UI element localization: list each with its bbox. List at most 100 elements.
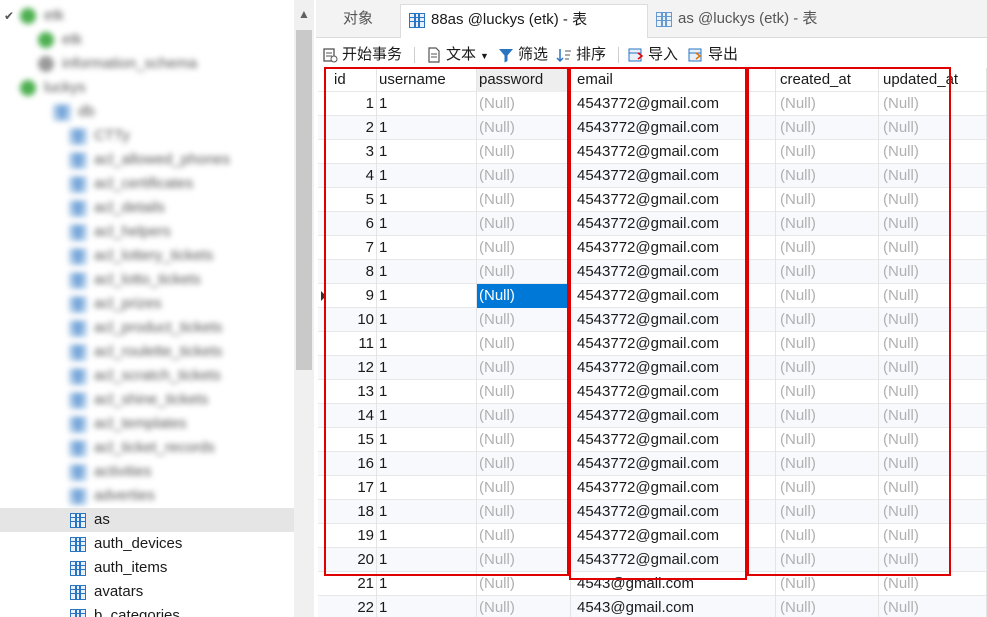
- tree-label: acl_product_tickets: [94, 319, 223, 336]
- tree-label: auth_items: [94, 559, 168, 577]
- table-icon: [70, 152, 86, 168]
- tree-row-table[interactable]: acl_ticket_records: [0, 436, 294, 460]
- database-icon: [38, 32, 54, 49]
- filter-button[interactable]: 筛选: [498, 44, 548, 66]
- scrollbar-thumb[interactable]: [296, 30, 312, 370]
- table-icon: [70, 368, 86, 384]
- button-label: 导入: [648, 46, 679, 63]
- tree-row-table[interactable]: acl_lottery_tickets: [0, 244, 294, 268]
- tree-label: avatars: [94, 583, 144, 601]
- cell-email[interactable]: 4543@gmail.com: [571, 596, 776, 617]
- button-label: 排序: [576, 46, 607, 63]
- cell-id[interactable]: 22: [327, 596, 377, 617]
- table-icon: [70, 176, 86, 192]
- table-icon: [70, 344, 86, 360]
- tree-row-table[interactable]: acl_lotto_tickets: [0, 268, 294, 292]
- tree-row-table[interactable]: acl_roulette_tickets: [0, 340, 294, 364]
- tree-label: acl_lottery_tickets: [94, 247, 214, 264]
- annotation-box-email: [569, 67, 747, 580]
- toolbar-divider: [414, 47, 415, 63]
- begin-transaction-button[interactable]: 开始事务: [322, 44, 402, 66]
- tree-row-table[interactable]: acl_certificates: [0, 172, 294, 196]
- tree-label: acl_scratch_tickets: [94, 367, 221, 384]
- database-icon: [38, 56, 54, 73]
- tree-row-table-auth-devices[interactable]: auth_devices: [0, 532, 294, 556]
- table-icon: [70, 200, 86, 216]
- table-icon: [70, 272, 86, 288]
- text-button[interactable]: 文本 ▼: [426, 44, 489, 66]
- table-icon: [70, 320, 86, 336]
- tree-label: b_categories: [94, 607, 180, 617]
- schema-icon: [54, 104, 70, 120]
- table-icon: [70, 608, 86, 617]
- table-row[interactable]: 22 1 (Null) 4543@gmail.com (Null) (Null): [318, 596, 987, 617]
- chevron-down-icon[interactable]: ✔: [4, 4, 14, 28]
- tree-row-table[interactable]: acl_templates: [0, 412, 294, 436]
- tab-as-table[interactable]: as @luckys (etk) - 表: [648, 4, 987, 38]
- tree-row-db[interactable]: information_schema: [0, 52, 294, 76]
- tree-row-table-avatars[interactable]: avatars: [0, 580, 294, 604]
- table-icon: [70, 392, 86, 408]
- cell-created-at[interactable]: (Null): [776, 596, 879, 617]
- object-tree[interactable]: ✔ etk etk information_schema luckys db C…: [0, 0, 294, 617]
- row-gutter[interactable]: [318, 596, 327, 617]
- button-label: 导出: [708, 46, 739, 63]
- cell-updated-at[interactable]: (Null): [879, 596, 987, 617]
- tree-row-table[interactable]: CTTy: [0, 124, 294, 148]
- tree-row-table[interactable]: acl_scratch_tickets: [0, 364, 294, 388]
- toolbar: 开始事务 文本 ▼ 筛选 排序 导入 导出: [316, 39, 987, 69]
- cell-username[interactable]: 1: [377, 596, 477, 617]
- tree-label: activities: [94, 463, 152, 480]
- tree-row-db[interactable]: etk: [0, 28, 294, 52]
- tree-row-table[interactable]: acl_details: [0, 196, 294, 220]
- button-label: 文本: [446, 46, 477, 63]
- tab-88as-table[interactable]: 88as @luckys (etk) - 表: [400, 4, 648, 38]
- sort-icon: [556, 47, 572, 63]
- tab-bar: 对象 88as @luckys (etk) - 表 as @luckys (et…: [316, 0, 987, 38]
- sidebar-scrollbar[interactable]: ▲: [294, 0, 314, 617]
- tree-label: acl_allowed_phones: [94, 151, 230, 168]
- tree-row-table[interactable]: acl_allowed_phones: [0, 148, 294, 172]
- document-icon: [426, 47, 442, 63]
- tree-label: acl_helpers: [94, 223, 171, 240]
- tree-label: acl_certificates: [94, 175, 194, 192]
- tree-label: db: [78, 103, 95, 120]
- tree-row-connection[interactable]: ✔ etk: [0, 4, 294, 28]
- table-icon: [656, 11, 672, 27]
- tab-label: 88as @luckys (etk) - 表: [431, 11, 588, 28]
- tree-label: auth_devices: [94, 535, 183, 553]
- tree-row-table[interactable]: acl_prizes: [0, 292, 294, 316]
- tree-label: etk: [44, 7, 65, 24]
- tree-label: acl_lotto_tickets: [94, 271, 201, 288]
- tab-objects[interactable]: 对象: [316, 4, 400, 38]
- tree-label: acl_ticket_records: [94, 439, 215, 456]
- tree-row-table-auth-items[interactable]: auth_items: [0, 556, 294, 580]
- table-icon: [70, 536, 86, 552]
- tree-row-table[interactable]: acl_helpers: [0, 220, 294, 244]
- tree-row-table-as[interactable]: as: [0, 508, 294, 532]
- transaction-icon: [322, 47, 338, 63]
- table-icon: [70, 512, 86, 528]
- export-button[interactable]: 导出: [688, 44, 738, 66]
- tree-row-table-b-categories[interactable]: b_categories: [0, 604, 294, 617]
- tree-row-table[interactable]: acl_shine_tickets: [0, 388, 294, 412]
- annotation-box-timestamps: [747, 67, 951, 576]
- tree-label: acl_roulette_tickets: [94, 343, 223, 360]
- tree-row-table[interactable]: acl_product_tickets: [0, 316, 294, 340]
- tree-label: adverties: [94, 487, 155, 504]
- tree-row-schema[interactable]: db: [0, 100, 294, 124]
- table-icon: [70, 464, 86, 480]
- tree-row-table[interactable]: activities: [0, 460, 294, 484]
- tree-row-table[interactable]: adverties: [0, 484, 294, 508]
- table-icon: [409, 12, 425, 28]
- table-icon: [70, 128, 86, 144]
- connection-icon: [20, 8, 36, 25]
- tree-row-db[interactable]: luckys: [0, 76, 294, 100]
- export-icon: [688, 47, 704, 63]
- cell-password[interactable]: (Null): [477, 596, 571, 617]
- scroll-up-arrow-icon[interactable]: ▲: [296, 6, 312, 22]
- import-button[interactable]: 导入: [628, 44, 678, 66]
- button-label: 筛选: [518, 46, 549, 63]
- tree-label: information_schema: [62, 55, 198, 72]
- sort-button[interactable]: 排序: [556, 44, 606, 66]
